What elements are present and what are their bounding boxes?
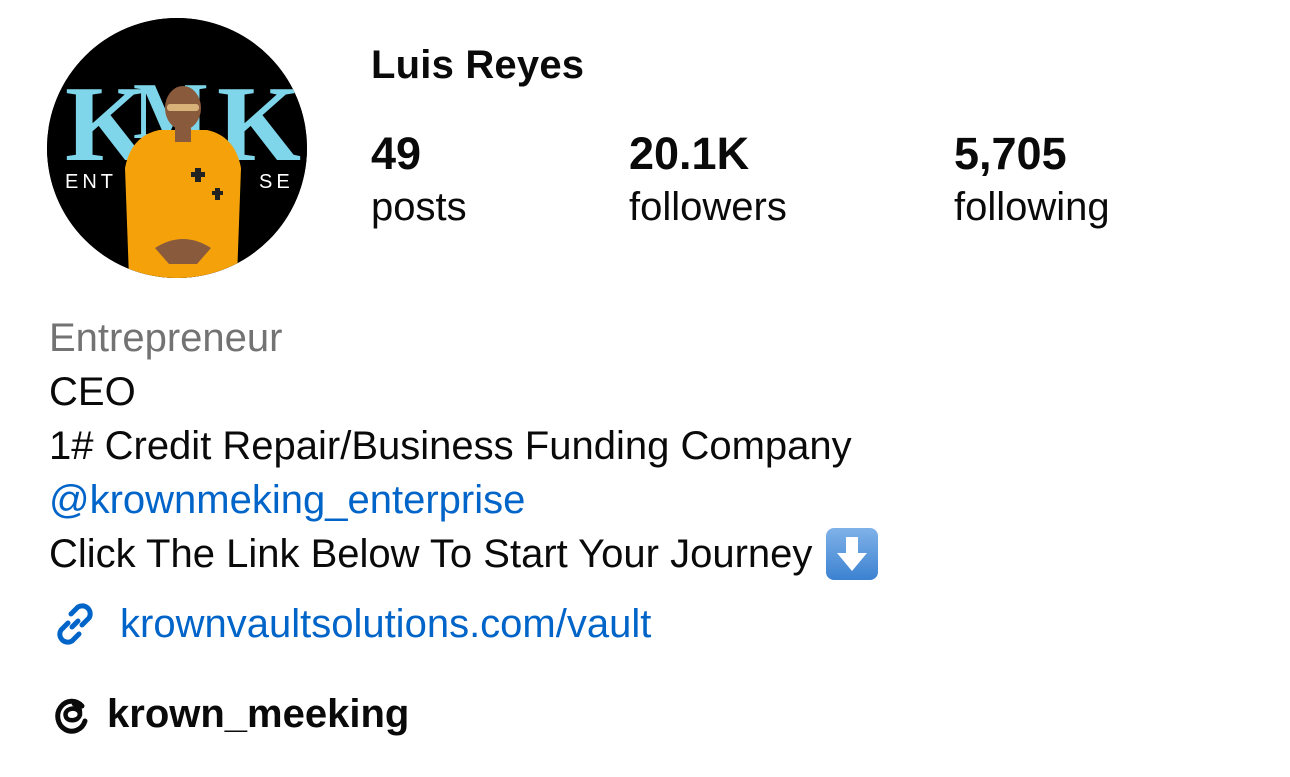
logo-word-left: ENT <box>65 171 117 193</box>
stat-posts-value: 49 <box>371 128 422 179</box>
stat-followers-value: 20.1K <box>629 128 750 179</box>
stat-followers-label: followers <box>629 185 787 229</box>
profile-name: Luis Reyes <box>371 43 585 87</box>
stat-following-value: 5,705 <box>954 128 1067 179</box>
stat-following[interactable]: 5,705 following <box>954 127 1110 233</box>
external-link[interactable]: krownvaultsolutions.com/vault <box>48 597 651 651</box>
threads-handle[interactable]: krown_meeking <box>107 688 409 740</box>
bio-mention-link[interactable]: @krownmeking_enterprise <box>49 473 525 527</box>
bio-line-journey: Click The Link Below To Start Your Journ… <box>49 527 879 581</box>
bio-line-company: 1# Credit Repair/Business Funding Compan… <box>49 424 852 468</box>
down-arrow-emoji-icon <box>826 528 879 580</box>
stat-posts-label: posts <box>371 185 467 229</box>
external-link-text[interactable]: krownvaultsolutions.com/vault <box>120 597 651 651</box>
logo-word-right: SE <box>259 171 294 193</box>
threads-badge[interactable]: krown_meeking <box>49 688 409 740</box>
link-icon <box>57 603 93 645</box>
bio-line-ceo: CEO <box>49 370 136 414</box>
stat-following-label: following <box>954 185 1110 229</box>
profile-category: Entrepreneur <box>49 316 283 360</box>
profile-avatar[interactable]: K M K ENT SE <box>47 18 307 278</box>
stat-followers[interactable]: 20.1K followers <box>629 127 787 233</box>
stat-posts[interactable]: 49 posts <box>371 127 467 233</box>
bio-line-journey-text: Click The Link Below To Start Your Journ… <box>49 532 813 576</box>
threads-icon <box>55 698 88 734</box>
avatar-image: K M K ENT SE <box>47 18 307 278</box>
